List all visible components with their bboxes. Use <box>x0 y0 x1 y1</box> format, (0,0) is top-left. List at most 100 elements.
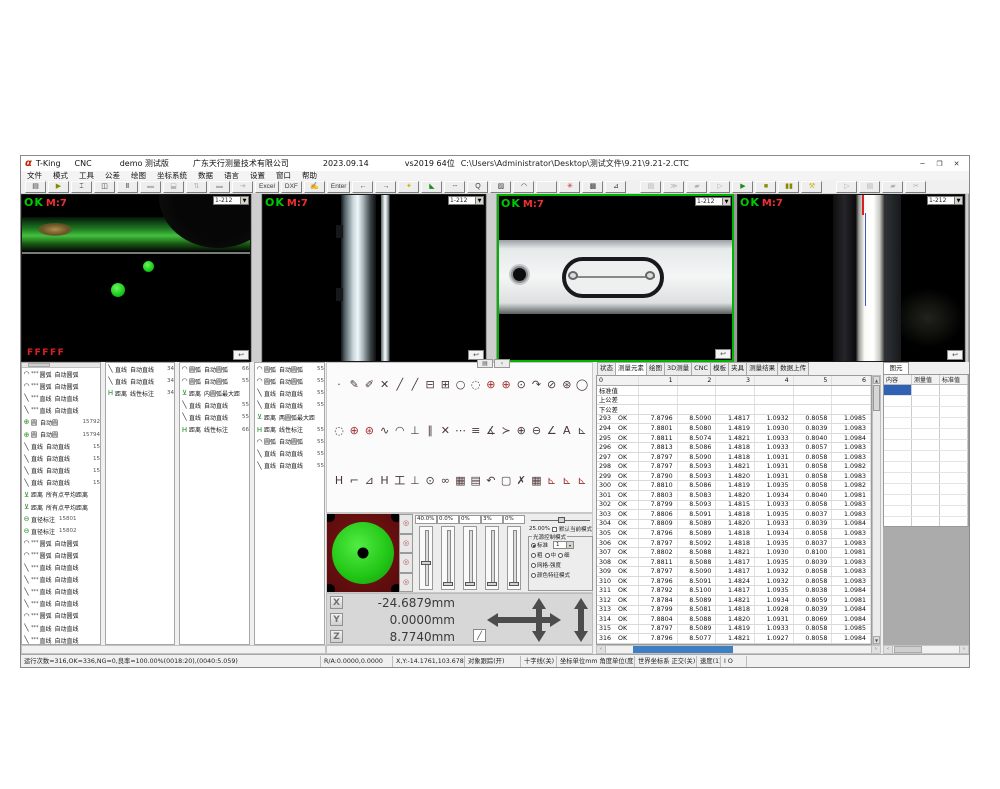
element-item[interactable]: ◠圆弧自动圆弧55 <box>255 436 324 448</box>
palette-tool-icon[interactable]: ⊥ <box>408 473 422 488</box>
palette-tool-icon[interactable]: ≻ <box>499 423 513 438</box>
palette-tool-icon[interactable]: ◯ <box>575 377 589 392</box>
palette-tool-icon[interactable]: ⊙ <box>423 473 437 488</box>
results-hscrollbar[interactable]: ‹ › <box>596 645 881 654</box>
scroll-right-icon[interactable]: › <box>871 646 880 653</box>
table-row[interactable]: 301OK7.88038.50831.48201.09340.80401.098… <box>597 491 871 501</box>
jog-arrows-icon[interactable] <box>487 598 591 642</box>
list-item[interactable] <box>884 495 968 506</box>
toolbar-open-run-icon[interactable]: ▶ <box>48 181 69 193</box>
list-item[interactable] <box>884 462 968 473</box>
list-item[interactable] <box>884 440 968 451</box>
toolbar-move-updown-icon[interactable]: ⇅ <box>186 181 207 193</box>
scroll-up-icon[interactable]: ▲ <box>873 376 880 384</box>
element-item[interactable]: H距离线性标注55 <box>255 423 324 435</box>
light-slider[interactable]: 3% <box>481 515 503 593</box>
menu-item-帮助[interactable]: 帮助 <box>302 171 317 180</box>
scroll-thumb[interactable] <box>633 646 733 653</box>
element-item[interactable]: ◠圆弧自动圆弧55 <box>180 375 249 387</box>
element-item[interactable]: ⊻距离所有点平均距离 <box>22 501 100 513</box>
table-row[interactable]: 305OK7.87968.50891.48181.09340.80581.098… <box>597 529 871 539</box>
palette-tool-icon[interactable]: ⊟ <box>423 377 437 392</box>
element-item[interactable]: ╲直线自动直线55 <box>180 399 249 411</box>
element-item[interactable]: ╲直线自动直线34 <box>106 363 174 375</box>
toolbar-step-icon[interactable]: ⇥ <box>232 181 253 193</box>
element-item[interactable]: ╲直线自动直线15 <box>22 453 100 465</box>
results-vertical-scrollbar[interactable]: ▲ ▼ <box>872 375 881 645</box>
table-row[interactable]: 303OK7.88068.50911.48181.09350.80371.098… <box>597 510 871 520</box>
toolbar-block-1-icon[interactable]: ▬ <box>140 181 161 193</box>
palette-tool-icon[interactable]: ╱ <box>408 377 422 392</box>
chevron-down-icon[interactable]: ▼ <box>954 197 962 204</box>
light-slider-track[interactable] <box>507 526 521 590</box>
element-item[interactable]: ╲直线自动直线55 <box>255 387 324 399</box>
radio-颜色特征模式[interactable]: 颜色特征模式 <box>531 571 570 579</box>
element-item[interactable]: ⊻距离内圆弧最大距 <box>180 387 249 399</box>
viewport-grip-icon[interactable]: ↩ <box>947 350 963 360</box>
ring-mode-icon[interactable]: ◎ <box>399 514 413 534</box>
palette-tool-icon[interactable]: ⊾ <box>545 473 559 488</box>
palette-tool-icon[interactable]: ⊾ <box>560 473 574 488</box>
table-row[interactable]: 304OK7.88098.50891.48201.09330.80391.098… <box>597 520 871 530</box>
ring-mode-icon[interactable]: ◎ <box>399 553 413 573</box>
range-selector[interactable]: 1-212 ▼ <box>448 196 484 205</box>
table-row[interactable]: 294OK7.88018.50801.48191.09300.80391.098… <box>597 424 871 434</box>
palette-tool-icon[interactable]: ▦ <box>529 473 543 488</box>
minimize-button[interactable]: ─ <box>914 160 931 168</box>
toolbar-dxf-export[interactable]: DXF <box>281 181 302 193</box>
palette-tool-icon[interactable]: ∞ <box>438 473 452 488</box>
table-row[interactable]: 310OK7.87968.50911.48241.09320.80581.098… <box>597 577 871 587</box>
toolbar-play-gray-icon[interactable]: ▷ <box>709 181 730 193</box>
tab-绘图[interactable]: 绘图 <box>646 362 665 375</box>
element-item[interactable]: ⊕圆自动圆15792 <box>22 416 100 428</box>
menu-item-工具[interactable]: 工具 <box>79 171 94 180</box>
default-mode-checkbox[interactable] <box>552 527 557 532</box>
list-item[interactable] <box>884 517 968 527</box>
viewport-grip-icon[interactable]: ↩ <box>233 350 249 360</box>
table-row[interactable]: 295OK7.88118.50741.48211.09330.80401.098… <box>597 434 871 444</box>
radio-网格-强度[interactable]: 网格-强度 <box>531 561 561 569</box>
list-item[interactable] <box>884 407 968 418</box>
element-item[interactable]: ◠***圆弧自动圆弧 <box>22 537 100 549</box>
list-item[interactable] <box>884 429 968 440</box>
toolbar-enter[interactable]: Enter <box>327 181 351 193</box>
light-slider[interactable]: 0.0% <box>437 515 459 593</box>
palette-tool-icon[interactable]: ✕ <box>378 377 392 392</box>
palette-tool-icon[interactable]: 工 <box>393 473 407 488</box>
palette-tool-icon[interactable]: ∠ <box>545 423 559 438</box>
palette-tool-icon[interactable]: ╱ <box>393 377 407 392</box>
viewport-separator[interactable] <box>486 194 497 362</box>
toolbar-folder-icon[interactable]: ▰ <box>686 181 707 193</box>
element-item[interactable]: ◠***圆弧自动圆弧 <box>22 549 100 561</box>
table-row[interactable]: 315OK7.87978.50891.48191.09330.80581.098… <box>597 625 871 635</box>
palette-tool-icon[interactable]: ◌ <box>469 377 483 392</box>
range-selector[interactable]: 1-212 ▼ <box>695 197 731 206</box>
element-item[interactable]: ⊕圆自动圆15794 <box>22 428 100 440</box>
tab-测量元素[interactable]: 测量元素 <box>615 362 647 375</box>
viewport-grip-icon[interactable]: ↩ <box>468 350 484 360</box>
palette-tool-icon[interactable]: ⊛ <box>560 377 574 392</box>
table-row[interactable]: 300OK7.88108.50861.48191.09350.80581.098… <box>597 481 871 491</box>
list-item[interactable] <box>884 396 968 407</box>
radio-标准[interactable]: 标准 <box>531 541 548 549</box>
tab-elements[interactable]: 图元 <box>883 362 909 374</box>
palette-tool-icon[interactable]: ⊖ <box>529 423 543 438</box>
chevron-down-icon[interactable]: ▼ <box>722 198 730 205</box>
camera-view-3-selected[interactable]: OK M:7 1-212 ▼ ↩ <box>497 194 734 362</box>
list-item[interactable] <box>884 473 968 484</box>
table-row[interactable]: 297OK7.87978.50901.48181.09310.80581.098… <box>597 453 871 463</box>
element-item[interactable]: ╲直线自动直线55 <box>255 448 324 460</box>
element-item[interactable]: H距离线性标注34 <box>106 387 174 399</box>
splitter-button-icon[interactable]: ▤ <box>477 359 493 368</box>
range-selector[interactable]: 1-212 ▼ <box>927 196 963 205</box>
light-slider-thumb[interactable] <box>487 582 497 586</box>
toolbar-tools-icon[interactable]: ⚒ <box>801 181 822 193</box>
table-row[interactable]: 308OK7.88118.50881.48171.09350.80391.098… <box>597 558 871 568</box>
toolbar-folder-2-icon[interactable]: ▰ <box>882 181 903 193</box>
light-slider-track[interactable] <box>441 526 455 590</box>
toolbar-blank-icon[interactable] <box>536 181 557 193</box>
palette-tool-icon[interactable]: ▤ <box>469 473 483 488</box>
viewport-separator[interactable] <box>251 194 262 362</box>
element-item[interactable]: ╲直线自动直线55 <box>255 399 324 411</box>
light-slider[interactable]: 40.0% <box>415 515 437 593</box>
